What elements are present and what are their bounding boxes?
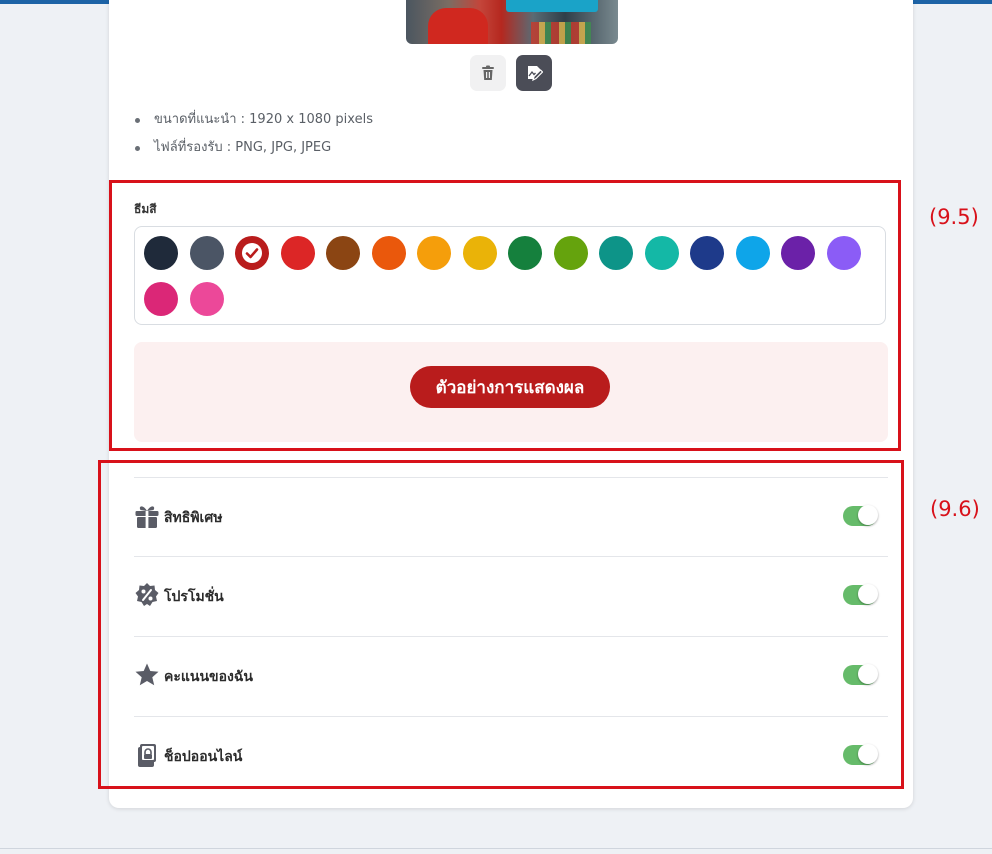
edit-image-button[interactable] bbox=[516, 55, 552, 91]
annotation-box-theme bbox=[109, 180, 901, 451]
edit-image-icon bbox=[528, 66, 543, 82]
page-bottom-line bbox=[0, 848, 992, 849]
annotation-box-features bbox=[98, 460, 904, 789]
trash-icon bbox=[482, 65, 494, 80]
hint-recommended-size: ขนาดที่แนะนำ : 1920 x 1080 pixels bbox=[134, 108, 373, 136]
annotation-label-features: (9.6) bbox=[930, 497, 980, 521]
annotation-label-theme: (9.5) bbox=[929, 205, 979, 229]
delete-image-button[interactable] bbox=[470, 55, 506, 91]
upload-hints: ขนาดที่แนะนำ : 1920 x 1080 pixels ไฟล์ที… bbox=[134, 108, 373, 164]
hint-supported-files: ไฟล์ที่รองรับ : PNG, JPG, JPEG bbox=[134, 136, 373, 164]
uploaded-image-preview bbox=[406, 0, 618, 44]
